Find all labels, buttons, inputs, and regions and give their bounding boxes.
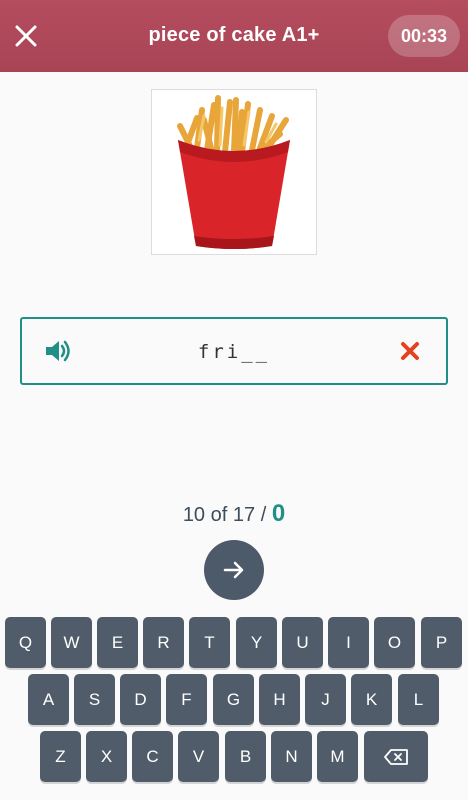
key-z[interactable]: Z xyxy=(40,731,81,782)
key-u[interactable]: U xyxy=(282,617,323,668)
key-n[interactable]: N xyxy=(271,731,312,782)
on-screen-keyboard: Q W E R T Y U I O P A S D F G H J K L Z … xyxy=(0,610,468,800)
progress-separator: / xyxy=(260,504,267,526)
key-q[interactable]: Q xyxy=(5,617,46,668)
key-m[interactable]: M xyxy=(317,731,358,782)
key-j[interactable]: J xyxy=(305,674,346,725)
backspace-icon xyxy=(384,748,408,765)
key-k[interactable]: K xyxy=(351,674,392,725)
key-x[interactable]: X xyxy=(86,731,127,782)
progress-counter: 10 of 17 / 0 xyxy=(0,500,468,528)
key-e[interactable]: E xyxy=(97,617,138,668)
key-t[interactable]: T xyxy=(189,617,230,668)
header-bar: piece of cake A1+ 00:33 xyxy=(0,0,468,72)
total-questions: 17 xyxy=(232,504,256,526)
answer-field[interactable]: fri__ xyxy=(20,317,448,385)
answer-text: fri__ xyxy=(197,341,271,363)
key-v[interactable]: V xyxy=(178,731,219,782)
next-button[interactable] xyxy=(204,540,264,600)
key-d[interactable]: D xyxy=(120,674,161,725)
key-b[interactable]: B xyxy=(225,731,266,782)
current-question: 10 xyxy=(182,504,206,526)
timer-badge: 00:33 xyxy=(388,15,460,57)
key-c[interactable]: C xyxy=(132,731,173,782)
key-r[interactable]: R xyxy=(143,617,184,668)
key-g[interactable]: G xyxy=(213,674,254,725)
french-fries-icon xyxy=(177,95,290,249)
of-label: of xyxy=(210,504,228,526)
key-w[interactable]: W xyxy=(51,617,92,668)
arrow-right-icon xyxy=(223,561,244,579)
key-f[interactable]: F xyxy=(166,674,207,725)
key-i[interactable]: I xyxy=(328,617,369,668)
key-y[interactable]: Y xyxy=(236,617,277,668)
key-s[interactable]: S xyxy=(74,674,115,725)
key-p[interactable]: P xyxy=(421,617,462,668)
clear-x-icon xyxy=(401,342,419,360)
backspace-key[interactable] xyxy=(364,731,428,782)
key-h[interactable]: H xyxy=(259,674,300,725)
picture-card xyxy=(151,89,317,255)
clear-answer-button[interactable] xyxy=(400,341,420,366)
key-o[interactable]: O xyxy=(374,617,415,668)
key-l[interactable]: L xyxy=(398,674,439,725)
key-a[interactable]: A xyxy=(28,674,69,725)
score-value: 0 xyxy=(271,500,286,527)
